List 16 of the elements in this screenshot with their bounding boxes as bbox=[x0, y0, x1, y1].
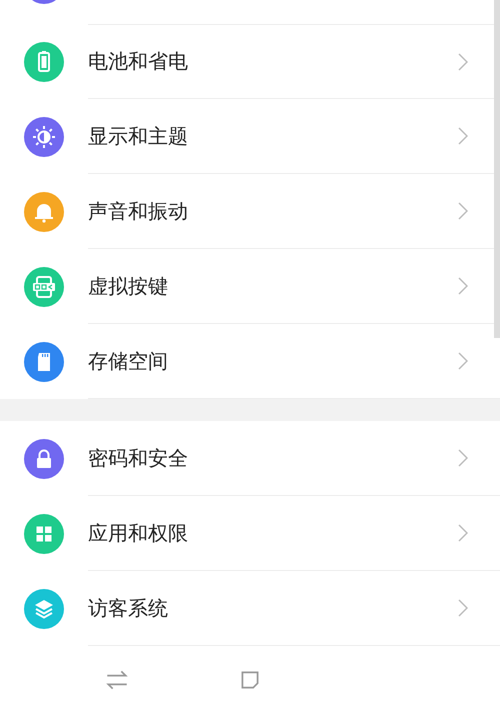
chevron-icon bbox=[458, 52, 468, 70]
item-label: 电池和省电 bbox=[88, 48, 188, 75]
chevron-icon bbox=[458, 277, 468, 295]
item-label: 虚拟按键 bbox=[88, 272, 168, 300]
item-label: 密码和安全 bbox=[88, 444, 188, 472]
item-label: 访客系统 bbox=[88, 594, 168, 622]
chevron-icon bbox=[458, 202, 468, 220]
item-label: 存储空间 bbox=[88, 348, 168, 374]
chevron-icon bbox=[458, 449, 468, 467]
item-label: 显示和主题 bbox=[88, 122, 188, 150]
item-label: 应用和权限 bbox=[88, 520, 188, 546]
chevron-icon bbox=[458, 352, 468, 370]
item-label: 声音和振动 bbox=[88, 198, 188, 224]
chevron-icon bbox=[458, 524, 468, 542]
chevron-icon bbox=[458, 599, 468, 617]
chevron-icon bbox=[458, 127, 468, 145]
